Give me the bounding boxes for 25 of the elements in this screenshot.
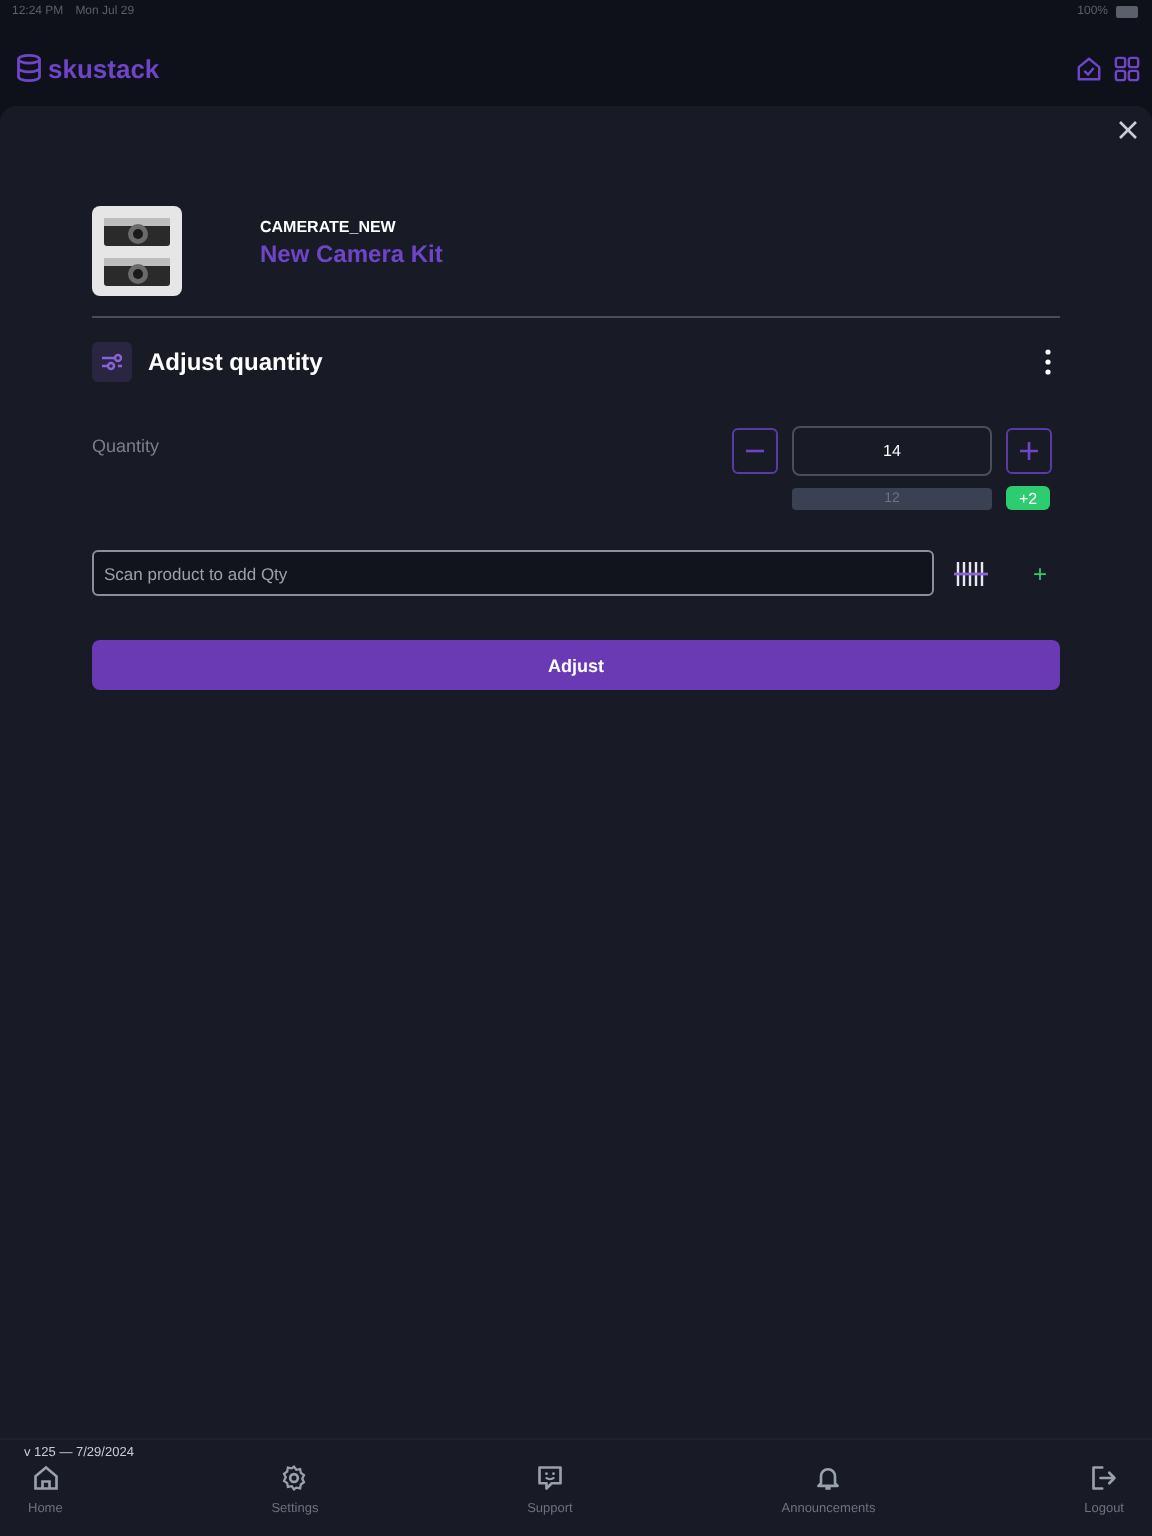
sliders-icon (92, 342, 132, 382)
settings-icon (280, 1464, 309, 1492)
increment-button[interactable] (1006, 428, 1052, 474)
grid-icon[interactable] (1114, 55, 1140, 81)
product-sku: CAMERATE_NEW (260, 218, 398, 236)
quantity-label: Quantity (92, 436, 160, 460)
logout-icon (1090, 1464, 1119, 1492)
decrement-button[interactable] (732, 428, 778, 474)
home-check-icon[interactable] (1076, 55, 1102, 81)
product-name: New Camera Kit (260, 240, 443, 268)
barcode-icon[interactable] (954, 561, 988, 585)
database-icon (16, 54, 42, 82)
quantity-change-badge: +2 (1006, 486, 1050, 510)
app-logo-text: skustack (48, 53, 160, 83)
add-button[interactable]: + (1020, 559, 1060, 587)
close-button[interactable] (1116, 116, 1140, 140)
battery-icon (1116, 5, 1140, 17)
home-icon (31, 1464, 60, 1492)
quantity-field[interactable]: 14 (792, 426, 992, 476)
scan-field[interactable]: Scan product to add Qty (92, 550, 934, 596)
chat-icon (535, 1464, 564, 1492)
section-title: Adjust quantity (148, 348, 323, 376)
adjust-button[interactable]: Adjust (92, 640, 1060, 690)
bell-icon (814, 1464, 843, 1492)
plus-icon (1018, 440, 1040, 462)
